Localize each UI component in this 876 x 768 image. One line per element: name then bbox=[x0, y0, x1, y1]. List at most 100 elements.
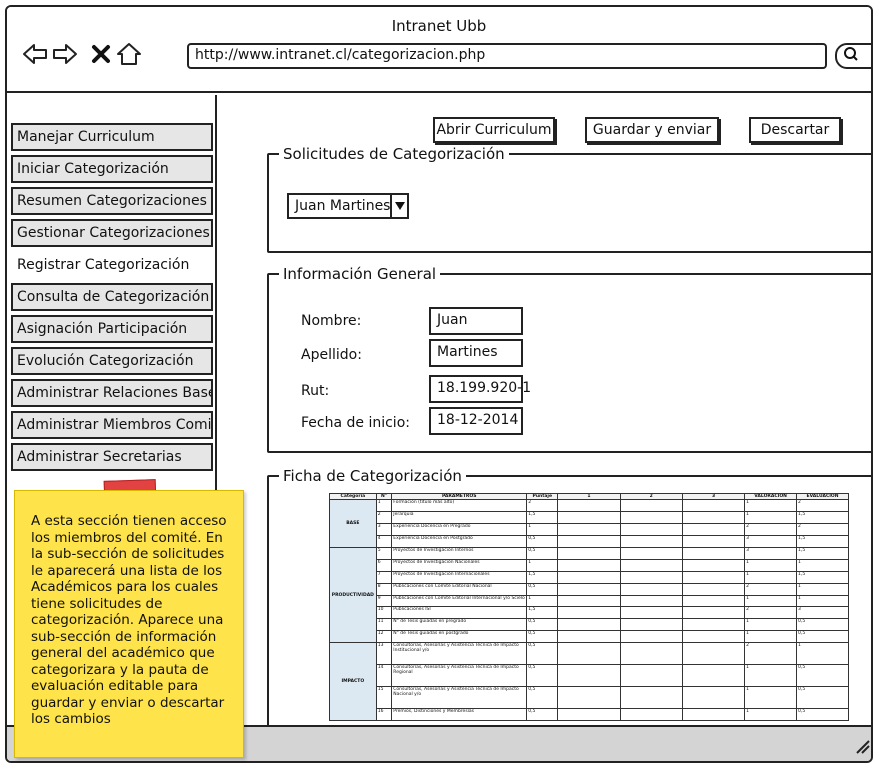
ficha-cell[interactable]: 1,5 bbox=[796, 570, 849, 584]
arrow-right-icon[interactable] bbox=[51, 41, 79, 67]
arrow-left-icon[interactable] bbox=[21, 41, 49, 67]
search-field[interactable] bbox=[835, 43, 871, 69]
ficha-cell: Proyectos de Investigación Nacionales bbox=[391, 558, 528, 572]
chevron-down-icon[interactable] bbox=[390, 195, 407, 217]
guardar-enviar-button[interactable]: Guardar y enviar bbox=[585, 117, 719, 143]
ficha-cell[interactable]: 2 bbox=[796, 499, 849, 512]
sidebar-item-evolucion-categorizacion[interactable]: Evolución Categorización bbox=[11, 347, 213, 375]
ficha-cell[interactable]: 0,5 bbox=[796, 618, 849, 632]
ficha-cell bbox=[619, 664, 683, 688]
ficha-cell[interactable]: 3 bbox=[744, 534, 798, 548]
ficha-cell bbox=[557, 664, 621, 688]
ficha-cell[interactable]: 2 bbox=[744, 582, 798, 596]
descartar-button[interactable]: Descartar bbox=[749, 117, 841, 143]
ficha-cell[interactable]: 1 bbox=[796, 582, 849, 596]
sidebar-item-resumen-categorizaciones[interactable]: Resumen Categorizaciones bbox=[11, 187, 213, 215]
ficha-cell bbox=[557, 499, 621, 512]
ficha-cell[interactable]: 1 bbox=[796, 594, 849, 608]
ficha-cell[interactable]: 1 bbox=[744, 686, 798, 709]
x-icon[interactable] bbox=[87, 41, 115, 67]
nombre-field[interactable]: Juan bbox=[429, 307, 523, 335]
ficha-cell[interactable]: 0,5 bbox=[796, 707, 849, 722]
ficha-row: 9 Publicaciones con Comité Editorial Inte… bbox=[330, 594, 849, 608]
rut-field[interactable]: 18.199.920-1 bbox=[429, 375, 531, 403]
ficha-cell bbox=[681, 570, 746, 584]
ficha-cell bbox=[681, 499, 746, 512]
ficha-cell[interactable]: 0,5 bbox=[796, 630, 849, 644]
sidebar-item-manejar-curriculum[interactable]: Manejar Curriculum bbox=[11, 123, 213, 151]
sidebar-item-registrar-categorizacion[interactable]: Registrar Categorización bbox=[11, 251, 213, 279]
ficha-cell: 2 bbox=[526, 499, 559, 512]
ficha-cell: 0,5 bbox=[526, 686, 559, 709]
ficha-cell[interactable]: 2 bbox=[796, 522, 849, 536]
resize-grip-icon[interactable] bbox=[853, 737, 871, 759]
ficha-cell[interactable]: 1,5 bbox=[796, 546, 849, 560]
ficha-cell: 1,5 bbox=[526, 606, 559, 620]
ficha-cell: 0,5 bbox=[526, 534, 559, 548]
ficha-cell[interactable]: 3 bbox=[796, 606, 849, 620]
ficha-cell bbox=[557, 558, 621, 572]
sidebar-item-iniciar-categorizacion[interactable]: Iniciar Categorización bbox=[11, 155, 213, 183]
abrir-curriculum-button[interactable]: Abrir Curriculum bbox=[433, 117, 555, 143]
home-icon[interactable] bbox=[115, 41, 143, 67]
url-input[interactable]: http://www.intranet.cl/categorizacion.ph… bbox=[187, 43, 827, 69]
ficha-cell[interactable]: 2 bbox=[744, 642, 798, 666]
ficha-cell bbox=[557, 686, 621, 709]
ficha-cell bbox=[557, 707, 621, 722]
fecha-inicio-label: Fecha de inicio: bbox=[301, 415, 410, 431]
ficha-cell[interactable]: 1 bbox=[744, 707, 798, 722]
ficha-cell bbox=[557, 522, 621, 536]
ficha-cell[interactable]: 1 bbox=[744, 630, 798, 644]
sidebar-item-consulta-categorizacion[interactable]: Consulta de Categorización bbox=[11, 283, 213, 311]
ficha-cell[interactable]: 0,5 bbox=[796, 664, 849, 688]
academico-select[interactable]: Juan Martines bbox=[287, 193, 409, 219]
ficha-row: 6 Proyectos de Investigación Nacionales 1 1… bbox=[330, 558, 849, 572]
ficha-cell bbox=[557, 546, 621, 560]
ficha-cell[interactable]: 1 bbox=[796, 558, 849, 572]
apellido-label: Apellido: bbox=[301, 347, 362, 363]
sticky-note: A esta sección tienen acceso los miembro… bbox=[14, 490, 244, 758]
ficha-cell bbox=[619, 546, 683, 560]
ficha-cell[interactable]: 1,5 bbox=[796, 534, 849, 548]
sidebar-item-asignacion-participacion[interactable]: Asignación Participación bbox=[11, 315, 213, 343]
ficha-cell: Publicaciones con Comité Editorial Nacio… bbox=[391, 582, 528, 596]
ficha-cell[interactable]: 2 bbox=[744, 522, 798, 536]
ficha-cell[interactable]: 1 bbox=[744, 594, 798, 608]
ficha-cell[interactable]: 1 bbox=[744, 510, 798, 524]
ficha-cell[interactable]: 1,5 bbox=[796, 510, 849, 524]
ficha-cell[interactable]: 1 bbox=[796, 642, 849, 666]
ficha-cell[interactable]: 1 bbox=[744, 558, 798, 572]
ficha-cell[interactable]: 0,5 bbox=[796, 686, 849, 709]
ficha-cell[interactable]: 1 bbox=[744, 618, 798, 632]
ficha-cell: Proyectos de Investigación Internos bbox=[391, 546, 528, 560]
ficha-row: 3 Experiencia Docencia en Pregrado 1 2 2 bbox=[330, 522, 849, 536]
ficha-cell bbox=[619, 522, 683, 536]
ficha-row: 12 N° de Tesis guiadas en postgrado 0,5 1 0,… bbox=[330, 630, 849, 644]
ficha-cell bbox=[557, 510, 621, 524]
ficha-cell[interactable]: 2 bbox=[744, 606, 798, 620]
ficha-row: 10 Publicaciones ISI 1,5 2 3 bbox=[330, 606, 849, 620]
ficha-cell bbox=[619, 707, 683, 722]
ficha-cell: 15 bbox=[375, 686, 393, 709]
ficha-cell: 6 bbox=[375, 558, 393, 572]
ficha-cell[interactable]: 3 bbox=[744, 546, 798, 560]
fecha-inicio-field[interactable]: 18-12-2014 bbox=[429, 407, 523, 435]
sidebar-item-gestionar-categorizaciones[interactable]: Gestionar Categorizaciones bbox=[11, 219, 213, 247]
ficha-cell[interactable]: 1 bbox=[744, 664, 798, 688]
ficha-row: 2 Jerarquía 1,5 1 1,5 bbox=[330, 510, 849, 524]
ficha-cell[interactable]: 1 bbox=[744, 499, 798, 512]
ficha-cell bbox=[681, 686, 746, 709]
ficha-cell: 5 bbox=[375, 546, 393, 560]
ficha-row: 14 Consultorías, Asesorías y Asistencia T… bbox=[330, 664, 849, 688]
ficha-cell: Consultorías, Asesorías y Asistencia Téc… bbox=[391, 664, 528, 688]
apellido-field[interactable]: Martines bbox=[429, 339, 523, 367]
ficha-cell: 0,5 bbox=[526, 546, 559, 560]
ficha-cell[interactable]: 1 bbox=[744, 570, 798, 584]
ficha-cell bbox=[681, 642, 746, 666]
ficha-cell bbox=[681, 664, 746, 688]
sidebar-item-administrar-secretarias[interactable]: Administrar Secretarias bbox=[11, 443, 213, 471]
sidebar-item-administrar-miembros-comite[interactable]: Administrar Miembros Comite bbox=[11, 411, 213, 439]
informacion-general-panel: Información General Nombre: Juan Apellid… bbox=[267, 265, 871, 453]
ficha-cell: Premios, Distinciones y Membresías bbox=[391, 707, 528, 722]
sidebar-item-administrar-relaciones-base[interactable]: Administrar Relaciones Base bbox=[11, 379, 213, 407]
